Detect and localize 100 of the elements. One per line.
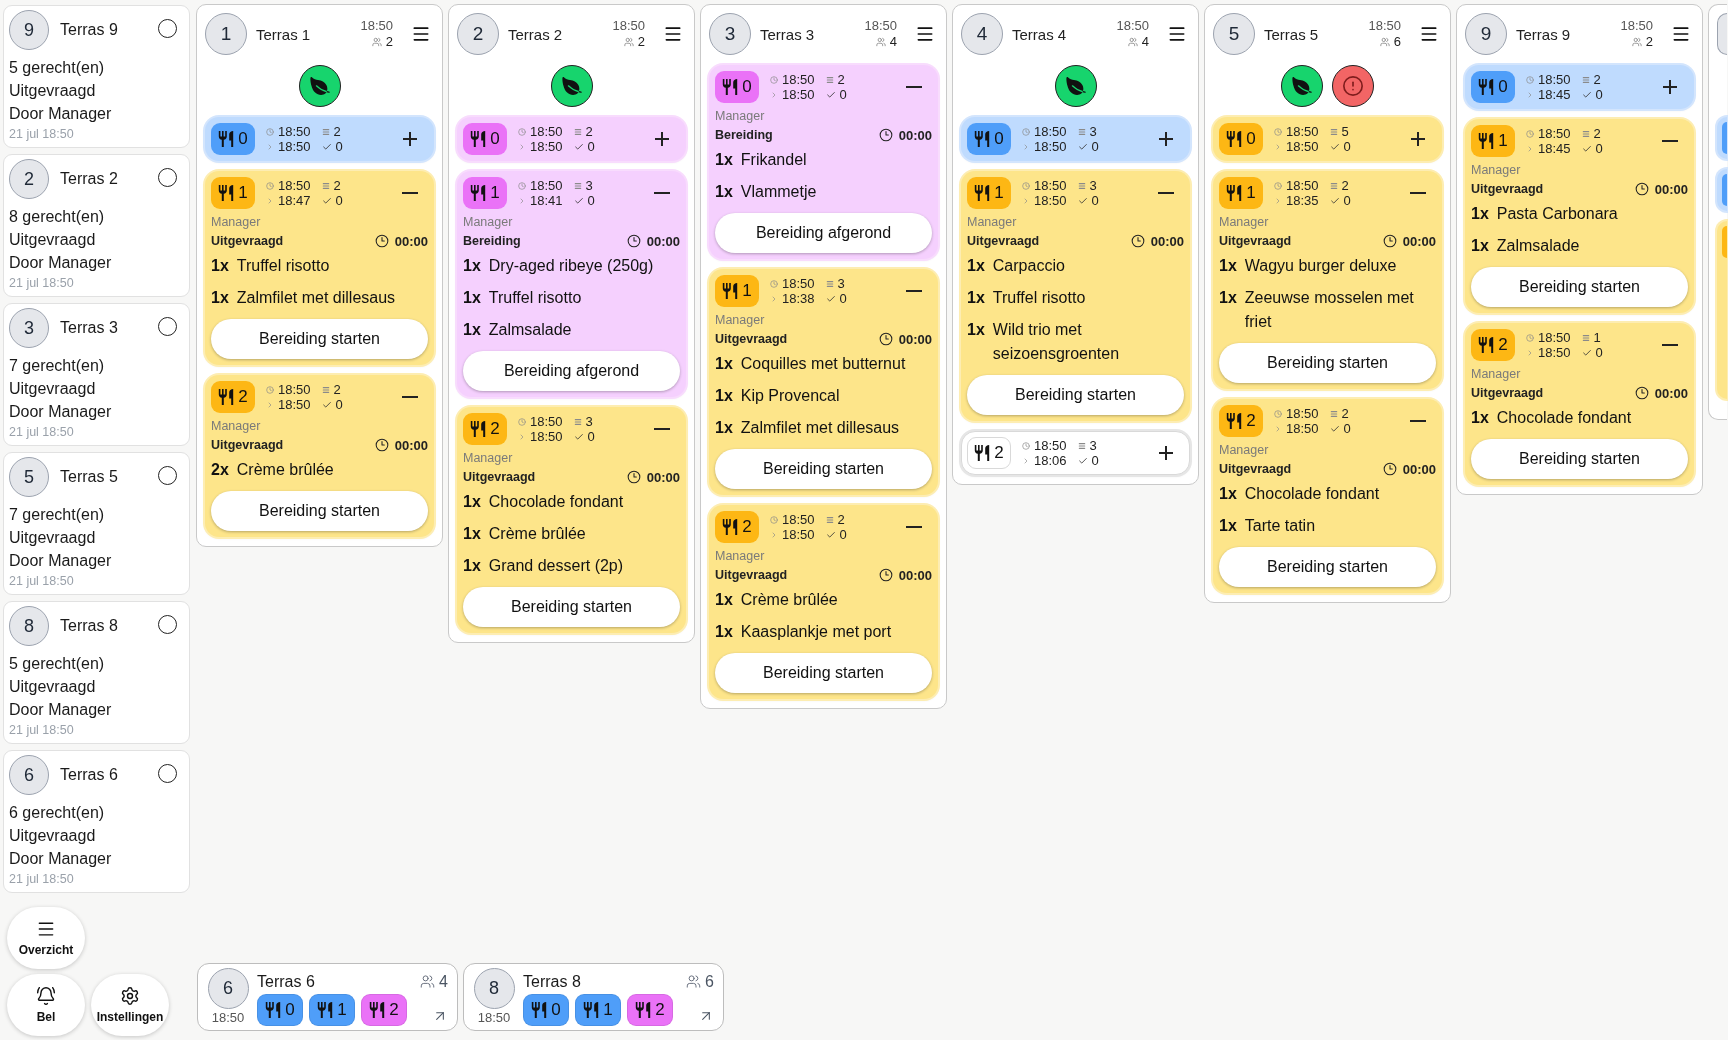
list-icon [1077,181,1086,190]
check-icon [1581,347,1592,358]
order-card[interactable]: 8 Terras 8 5 gerecht(en) Uitgevraagd Door Manager 21 jul 18:50 [3,601,190,744]
guest-count: 4 [889,34,897,50]
expand-button[interactable] [1158,131,1174,147]
expand-button[interactable] [1662,79,1678,95]
expand-button[interactable] [1158,445,1174,461]
done-count: 0 [587,429,595,444]
settings-icon [120,986,140,1006]
table-card[interactable]: 6 18:50 Terras 6 4 0 1 2 [197,963,458,1031]
clock-icon [266,127,274,136]
preparation-button[interactable]: Bereiding starten [1471,267,1688,307]
requested-by: Door Manager [9,402,112,422]
chevron-icon [518,432,526,441]
clock-icon [518,127,526,136]
item-quantity: 1x [715,386,733,406]
list-icon [573,127,582,136]
dish-total: 2 [837,512,845,527]
item-quantity: 1x [715,418,733,438]
table-time: 18:50 [1620,18,1653,34]
chevron-icon [518,142,526,151]
item-name: Zalmsalade [1496,236,1581,256]
preparation-button[interactable]: Bereiding starten [211,319,428,359]
preparation-button[interactable]: Bereiding starten [1219,343,1436,383]
preparation-button[interactable]: Bereiding starten [715,449,932,489]
preparation-button[interactable]: Bereiding starten [967,375,1184,415]
item-name: Zeeuwse mosselen met friet [1244,288,1415,332]
order-card[interactable]: 6 Terras 6 6 gerecht(en) Uitgevraagd Door Manager 21 jul 18:50 [3,750,190,893]
expand-button[interactable] [1410,131,1426,147]
order-card[interactable]: 5 Terras 5 7 gerecht(en) Uitgevraagd Door Manager 21 jul 18:50 [3,452,190,595]
clock-icon [1274,127,1282,136]
dish-total: 3 [1089,178,1097,193]
course-number: 1 [603,1000,613,1020]
done-count: 0 [839,87,847,102]
menu-button[interactable] [411,24,431,44]
preparation-button[interactable]: Bereiding afgerond [463,351,680,391]
fork-knife-icon [974,185,991,201]
table-card[interactable]: 8 18:50 Terras 8 6 0 1 2 [463,963,724,1031]
check-icon [825,529,836,540]
ticket-status: Uitgevraagd [211,438,284,452]
order-card[interactable]: 3 Terras 3 7 gerecht(en) Uitgevraagd Door Manager 21 jul 18:50 [3,303,190,446]
timer-text: 00:00 [898,567,932,583]
item-quantity: 1x [1219,288,1237,308]
menu-button[interactable] [663,24,683,44]
start-time: 18:50 [530,178,563,193]
item-name: Carpaccio [992,256,1066,276]
table-name: Terras 8 [60,617,118,635]
menu-button[interactable] [915,24,935,44]
order-status: Uitgevraagd [9,528,96,548]
timer-text: 00:00 [646,233,680,249]
list-icon [1077,127,1086,136]
due-time: 18:50 [278,397,311,412]
done-count: 0 [1343,139,1351,154]
requested-by: Door Manager [9,849,112,869]
preparation-button[interactable]: Bereiding afgerond [715,213,932,253]
author-name: Manager [1219,215,1269,230]
start-time: 18:50 [530,414,563,429]
dish-count: 6 gerecht(en) [9,803,105,823]
order-status: Uitgevraagd [9,230,96,250]
clock-icon [518,181,526,190]
table-time: 18:50 [612,18,645,34]
preparation-button[interactable]: Bereiding starten [1219,547,1436,587]
table-name: Terras 5 [60,468,118,486]
item-quantity: 1x [211,256,229,276]
menu-button[interactable] [1419,24,1439,44]
author-name: Manager [463,215,513,230]
item-quantity: 1x [715,150,733,170]
settings-button[interactable]: Instellingen [91,974,169,1036]
fork-knife-icon [1226,413,1243,429]
order-date: 21 jul 18:50 [9,871,74,888]
item-name: Zalmfilet met dillesaus [236,288,397,308]
expand-button[interactable] [402,131,418,147]
expand-button[interactable] [654,131,670,147]
menu-button[interactable] [1167,24,1187,44]
guests-icon [371,37,382,47]
item-name: Crème brûlée [236,460,335,480]
dish-count: 7 gerecht(en) [9,356,105,376]
order-card[interactable]: 2 Terras 2 8 gerecht(en) Uitgevraagd Door Manager 21 jul 18:50 [3,154,190,297]
check-icon [573,195,584,206]
list-icon [321,127,330,136]
menu-button[interactable] [1671,24,1691,44]
item-quantity: 1x [967,288,985,308]
preparation-button[interactable]: Bereiding starten [715,653,932,693]
minus-icon [654,428,670,430]
overview-button[interactable]: Overzicht [7,907,85,969]
bell-button[interactable]: Bel [7,974,85,1036]
course-number: 1 [994,183,1004,203]
check-icon [1581,89,1592,100]
ticket-status: Uitgevraagd [1219,234,1292,248]
author-name: Manager [715,313,765,328]
due-time: 18:50 [1034,193,1067,208]
course-number: 1 [337,1000,347,1020]
preparation-button[interactable]: Bereiding starten [211,491,428,531]
item-quantity: 1x [211,288,229,308]
preparation-button[interactable]: Bereiding starten [463,587,680,627]
item-quantity: 1x [463,556,481,576]
minus-icon [906,526,922,528]
item-name: Wild trio met seizoensgroenten [992,320,1121,364]
order-card[interactable]: 9 Terras 9 5 gerecht(en) Uitgevraagd Door Manager 21 jul 18:50 [3,5,190,148]
preparation-button[interactable]: Bereiding starten [1471,439,1688,479]
